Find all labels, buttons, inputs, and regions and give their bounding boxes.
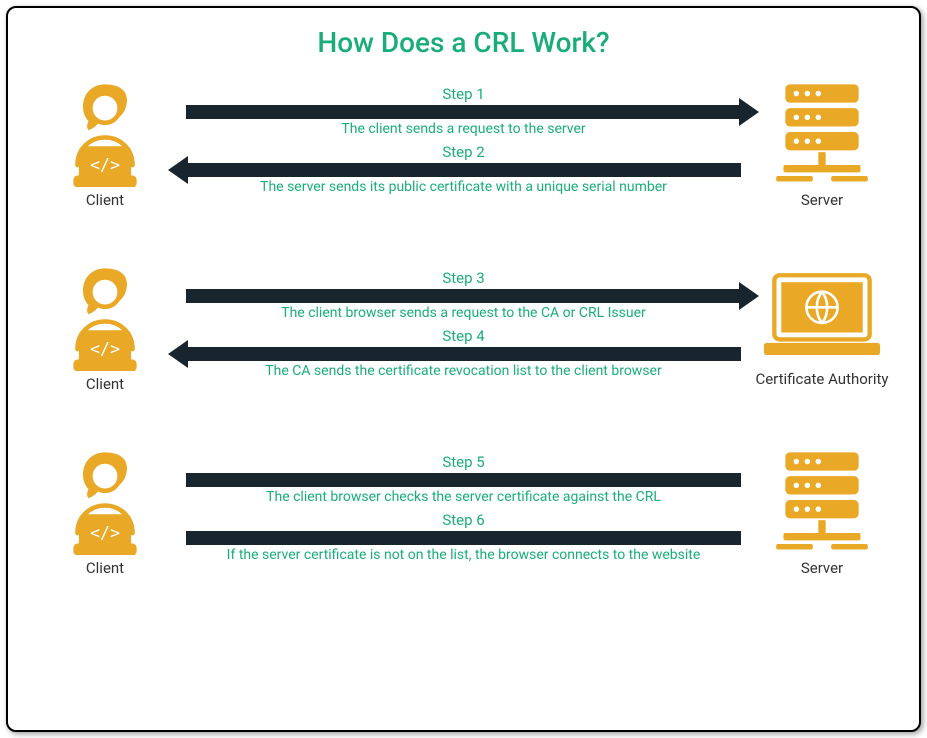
step-5: Step 5 The client browser checks the ser… [186, 453, 741, 505]
client-actor-2: </> Client [30, 261, 180, 393]
step-2: Step 2 The server sends its public certi… [186, 143, 741, 195]
steps-col-3: Step 5 The client browser checks the ser… [180, 453, 747, 569]
diagram-frame: How Does a CRL Work? </> Client Step 1 T… [6, 6, 921, 732]
ca-actor: Certificate Authority [747, 266, 897, 388]
step-1: Step 1 The client sends a request to the… [186, 85, 741, 137]
client-icon: </> [50, 261, 160, 371]
client-actor-3: </> Client [30, 445, 180, 577]
flow-row-3: </> Client Step 5 The client browser che… [30, 445, 897, 577]
step-3-label: Step 3 [186, 269, 741, 287]
arrow-right-icon [186, 289, 741, 303]
steps-col-2: Step 3 The client browser sends a reques… [180, 269, 747, 385]
bar-icon [186, 473, 741, 487]
server-icon [767, 77, 877, 187]
step-1-desc: The client sends a request to the server [186, 121, 741, 137]
step-2-label: Step 2 [186, 143, 741, 161]
server-icon [767, 445, 877, 555]
svg-text:</>: </> [90, 156, 120, 175]
step-6: Step 6 If the server certificate is not … [186, 511, 741, 563]
step-4-desc: The CA sends the certificate revocation … [186, 363, 741, 379]
step-2-desc: The server sends its public certificate … [186, 179, 741, 195]
client-label-1: Client [86, 191, 124, 209]
svg-text:</>: </> [90, 524, 120, 543]
step-4-label: Step 4 [186, 327, 741, 345]
diagram-title: How Does a CRL Work? [30, 26, 897, 59]
server-actor-2: Server [747, 445, 897, 577]
bar-icon [186, 531, 741, 545]
client-icon: </> [50, 445, 160, 555]
step-5-label: Step 5 [186, 453, 741, 471]
ca-label: Certificate Authority [755, 370, 888, 388]
step-5-desc: The client browser checks the server cer… [186, 489, 741, 505]
step-3-desc: The client browser sends a request to th… [186, 305, 741, 321]
server-label-1: Server [801, 191, 843, 209]
arrow-right-icon [186, 105, 741, 119]
svg-text:</>: </> [90, 340, 120, 359]
client-actor-1: </> Client [30, 77, 180, 209]
step-3: Step 3 The client browser sends a reques… [186, 269, 741, 321]
server-label-2: Server [801, 559, 843, 577]
arrow-left-icon [186, 347, 741, 361]
step-4: Step 4 The CA sends the certificate revo… [186, 327, 741, 379]
client-icon: </> [50, 77, 160, 187]
client-label-2: Client [86, 375, 124, 393]
step-1-label: Step 1 [186, 85, 741, 103]
step-6-desc: If the server certificate is not on the … [186, 547, 741, 563]
arrow-left-icon [186, 163, 741, 177]
steps-col-1: Step 1 The client sends a request to the… [180, 85, 747, 201]
flow-row-1: </> Client Step 1 The client sends a req… [30, 77, 897, 209]
server-actor-1: Server [747, 77, 897, 209]
step-6-label: Step 6 [186, 511, 741, 529]
certificate-authority-icon [757, 266, 887, 366]
flow-row-2: </> Client Step 3 The client browser sen… [30, 261, 897, 393]
client-label-3: Client [86, 559, 124, 577]
